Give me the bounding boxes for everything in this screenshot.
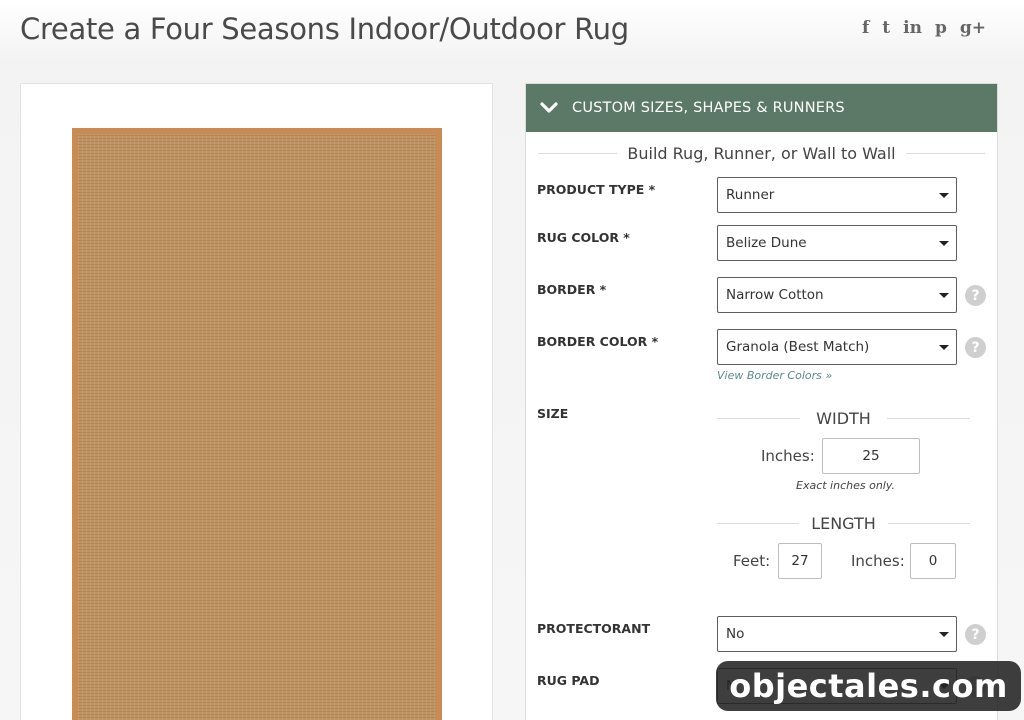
facebook-icon[interactable]: f xyxy=(862,17,869,39)
width-heading: WIDTH xyxy=(717,409,971,428)
width-inches-label: Inches: xyxy=(761,447,815,465)
width-inches-value: 25 xyxy=(862,448,880,464)
pinterest-icon[interactable]: p xyxy=(935,17,947,39)
border-help-icon[interactable]: ? xyxy=(965,285,986,306)
page-title: Create a Four Seasons Indoor/Outdoor Rug xyxy=(20,12,629,46)
caret-down-icon xyxy=(939,293,949,298)
border-select[interactable]: Narrow Cotton xyxy=(717,277,957,313)
googleplus-icon[interactable]: g+ xyxy=(960,17,986,39)
rug-texture xyxy=(78,134,436,720)
configurator-panel: CUSTOM SIZES, SHAPES & RUNNERS Build Rug… xyxy=(525,83,998,720)
length-inches-input[interactable]: 0 xyxy=(910,543,956,579)
watermark: objectales.com xyxy=(716,661,1021,711)
rug-pad-label: RUG PAD xyxy=(537,673,600,688)
size-label: SIZE xyxy=(537,406,569,421)
protectorant-select[interactable]: No xyxy=(717,616,957,652)
accordion-title: CUSTOM SIZES, SHAPES & RUNNERS xyxy=(572,100,845,116)
twitter-icon[interactable]: t xyxy=(882,17,890,39)
border-color-value: Granola (Best Match) xyxy=(726,339,870,355)
build-heading: Build Rug, Runner, or Wall to Wall xyxy=(538,144,986,163)
length-feet-value: 27 xyxy=(791,553,809,569)
view-border-colors-link[interactable]: View Border Colors » xyxy=(717,369,832,382)
protectorant-help-icon[interactable]: ? xyxy=(965,624,986,645)
caret-down-icon xyxy=(939,241,949,246)
border-color-select[interactable]: Granola (Best Match) xyxy=(717,329,957,365)
width-heading-text: WIDTH xyxy=(816,409,871,428)
rug-image xyxy=(72,128,442,720)
length-heading: LENGTH xyxy=(717,514,970,533)
border-value: Narrow Cotton xyxy=(726,287,824,303)
border-color-help-icon[interactable]: ? xyxy=(965,337,986,358)
build-heading-text: Build Rug, Runner, or Wall to Wall xyxy=(627,144,896,163)
caret-down-icon xyxy=(939,193,949,198)
length-inches-value: 0 xyxy=(928,553,938,569)
border-color-label: BORDER COLOR * xyxy=(537,334,659,349)
product-image-panel xyxy=(20,83,493,720)
length-feet-label: Feet: xyxy=(733,552,771,570)
social-share-bar: f t in p g+ xyxy=(862,17,986,39)
length-feet-input[interactable]: 27 xyxy=(778,543,822,579)
width-inches-input[interactable]: 25 xyxy=(822,438,920,474)
product-type-label: PRODUCT TYPE * xyxy=(537,182,656,197)
length-heading-text: LENGTH xyxy=(811,514,876,533)
rug-color-value: Belize Dune xyxy=(726,235,807,251)
border-label: BORDER * xyxy=(537,282,607,297)
linkedin-icon[interactable]: in xyxy=(903,17,922,39)
length-inches-label: Inches: xyxy=(851,552,905,570)
width-note: Exact inches only. xyxy=(796,479,896,492)
caret-down-icon xyxy=(939,632,949,637)
caret-down-icon xyxy=(939,345,949,350)
protectorant-label: PROTECTORANT xyxy=(537,621,651,636)
custom-sizes-accordion[interactable]: CUSTOM SIZES, SHAPES & RUNNERS xyxy=(526,84,997,132)
protectorant-value: No xyxy=(726,626,745,642)
rug-color-label: RUG COLOR * xyxy=(537,230,630,245)
product-type-select[interactable]: Runner xyxy=(717,177,957,213)
rug-color-select[interactable]: Belize Dune xyxy=(717,225,957,261)
product-type-value: Runner xyxy=(726,187,775,203)
chevron-down-icon xyxy=(540,102,558,114)
